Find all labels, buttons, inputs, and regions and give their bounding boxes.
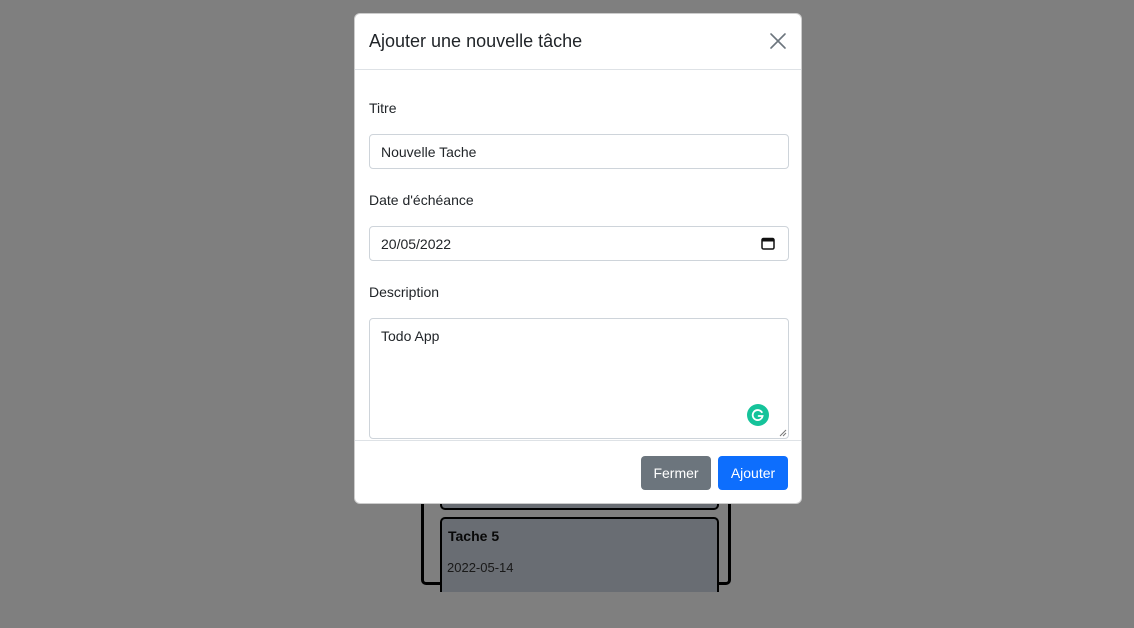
description-label: Description bbox=[369, 284, 440, 300]
title-label: Titre bbox=[369, 100, 397, 116]
due-date-input[interactable]: 20/05/2022 bbox=[369, 226, 789, 261]
modal-footer: Fermer Ajouter bbox=[355, 440, 801, 503]
close-button[interactable]: Fermer bbox=[641, 456, 711, 490]
modal-header: Ajouter une nouvelle tâche bbox=[355, 14, 801, 70]
title-input-value: Nouvelle Tache bbox=[381, 143, 477, 160]
add-task-modal: Ajouter une nouvelle tâche Titre Nouvell… bbox=[354, 13, 802, 504]
due-date-label: Date d'échéance bbox=[369, 192, 474, 208]
close-icon[interactable] bbox=[767, 30, 789, 52]
grammarly-icon[interactable] bbox=[747, 404, 769, 426]
add-button[interactable]: Ajouter bbox=[718, 456, 788, 490]
calendar-icon[interactable] bbox=[761, 237, 775, 250]
modal-title: Ajouter une nouvelle tâche bbox=[369, 31, 583, 51]
due-date-value: 20/05/2022 bbox=[381, 235, 452, 252]
resize-handle-icon[interactable] bbox=[779, 429, 787, 437]
title-input[interactable]: Nouvelle Tache bbox=[369, 134, 789, 169]
description-value: Todo App bbox=[381, 328, 440, 344]
description-textarea[interactable]: Todo App bbox=[369, 318, 789, 439]
